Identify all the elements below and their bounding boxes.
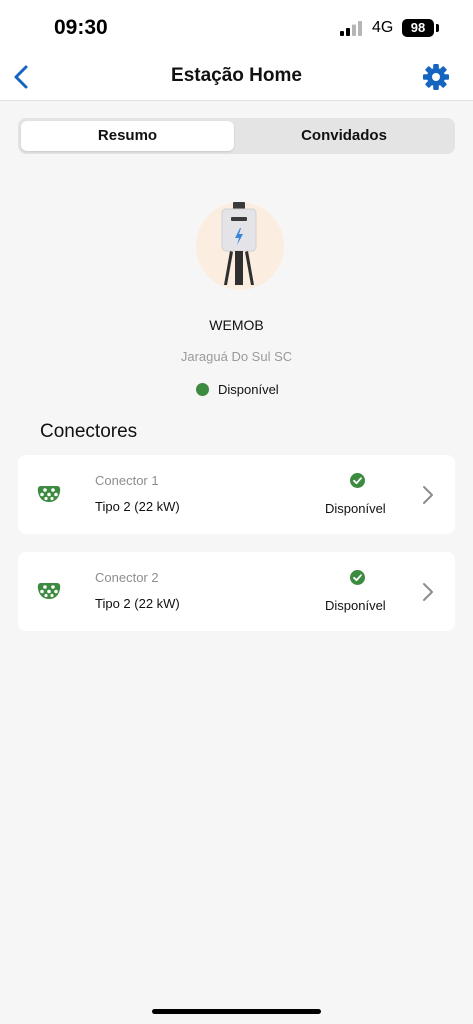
connector-name: Conector 2 bbox=[95, 570, 159, 585]
gear-icon[interactable] bbox=[421, 62, 451, 92]
charging-station-illustration bbox=[196, 202, 284, 290]
connector-status: Disponível bbox=[325, 598, 386, 613]
navigation-bar: Estação Home bbox=[0, 56, 473, 101]
check-circle-icon bbox=[350, 570, 365, 585]
chevron-right-icon bbox=[423, 583, 433, 601]
type2-plug-icon bbox=[37, 486, 61, 502]
type2-plug-icon bbox=[37, 583, 61, 599]
station-status-text: Disponível bbox=[218, 382, 279, 397]
tab-convidados[interactable]: Convidados bbox=[236, 121, 452, 151]
segmented-control: Resumo Convidados bbox=[18, 118, 455, 154]
connector-card-2[interactable]: Conector 2 Tipo 2 (22 kW) Disponível bbox=[18, 552, 455, 631]
connectors-section-title: Conectores bbox=[40, 421, 138, 442]
connector-type: Tipo 2 (22 kW) bbox=[95, 499, 180, 514]
connector-type: Tipo 2 (22 kW) bbox=[95, 596, 180, 611]
station-name: WEMOB bbox=[209, 317, 264, 333]
network-type: 4G bbox=[372, 19, 394, 36]
connector-status: Disponível bbox=[325, 501, 386, 516]
status-bar: 09:30 4G 98 bbox=[0, 0, 473, 56]
home-indicator[interactable] bbox=[152, 1009, 321, 1014]
chevron-right-icon bbox=[423, 486, 433, 504]
tab-resumo[interactable]: Resumo bbox=[21, 121, 234, 151]
connector-name: Conector 1 bbox=[95, 473, 159, 488]
check-circle-icon bbox=[350, 473, 365, 488]
cellular-signal-icon bbox=[340, 21, 362, 36]
page-title: Estação Home bbox=[171, 65, 302, 86]
status-dot-icon bbox=[196, 383, 209, 396]
connector-card-1[interactable]: Conector 1 Tipo 2 (22 kW) Disponível bbox=[18, 455, 455, 534]
station-location: Jaraguá Do Sul SC bbox=[180, 349, 293, 364]
battery-indicator: 98 bbox=[402, 19, 434, 37]
battery-nub bbox=[436, 24, 439, 32]
status-time: 09:30 bbox=[54, 16, 108, 39]
